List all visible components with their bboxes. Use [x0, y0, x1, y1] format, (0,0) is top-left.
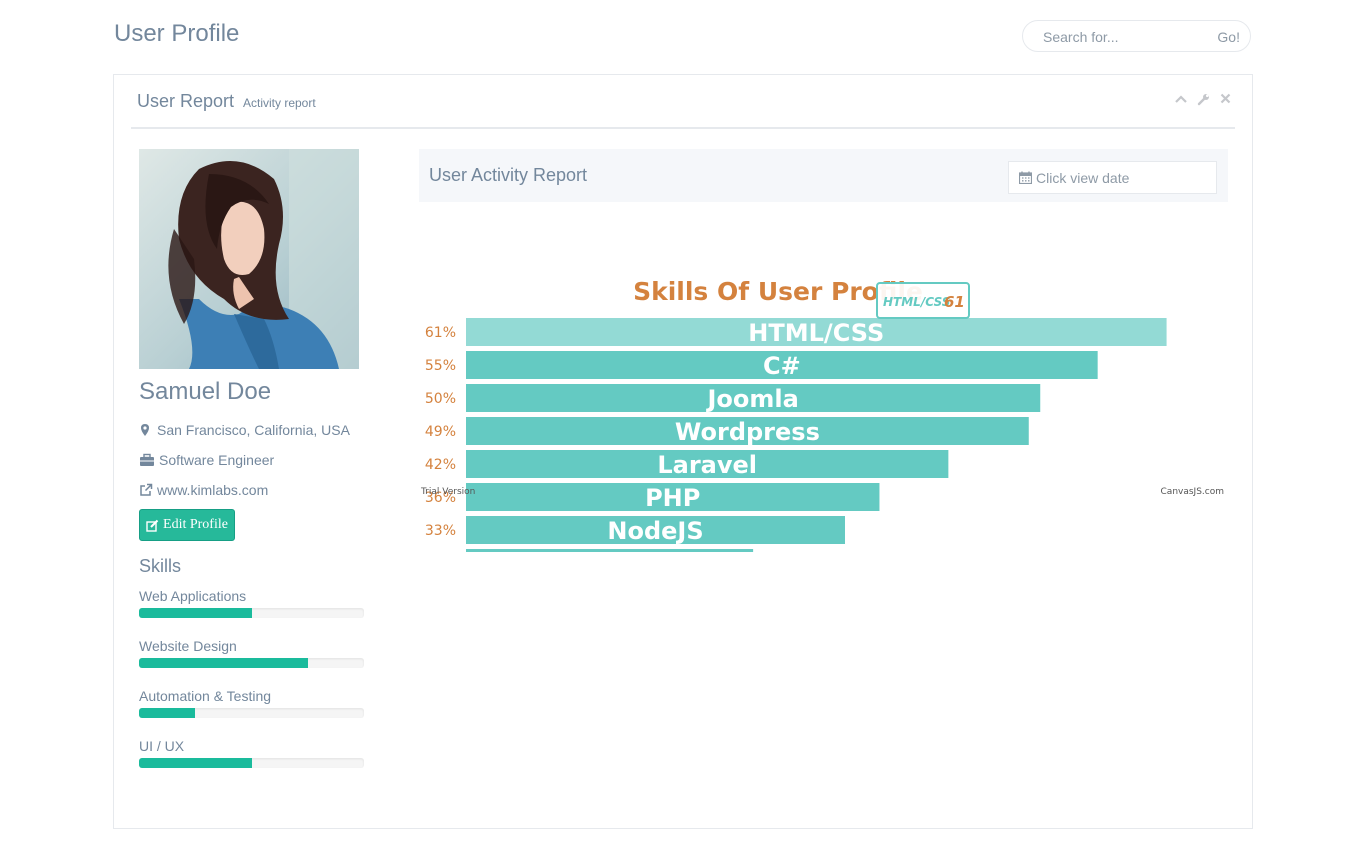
user-name: Samuel Doe [139, 378, 272, 405]
value-label: 42% [425, 457, 456, 473]
bar-label: PHP [645, 484, 700, 512]
skill-item: UI / UX [139, 738, 364, 768]
skills-chart: Skills Of User Profile HTML/CSS 61% C# 55% Jo… [419, 202, 1228, 552]
date-picker[interactable]: Click view date [1008, 161, 1217, 194]
map-marker-icon [141, 424, 149, 436]
bar-label: Joomla [705, 385, 798, 413]
close-icon[interactable] [1218, 93, 1232, 107]
date-picker-placeholder: Click view date [1036, 169, 1130, 186]
bar-label: Wordpress [675, 418, 820, 446]
avatar [139, 149, 359, 369]
panel-divider [131, 127, 1235, 129]
edit-profile-button[interactable]: Edit Profile [139, 509, 235, 541]
skill-item: Website Design [139, 638, 364, 668]
search-input[interactable] [1043, 29, 1193, 45]
chevron-up-icon[interactable] [1174, 93, 1188, 107]
skill-label: Automation & Testing [139, 688, 272, 704]
report-title: User Activity Report [429, 165, 588, 185]
value-label: 55% [425, 358, 456, 374]
edit-icon [146, 519, 159, 532]
skill-progress-track [139, 608, 364, 618]
search-go-button[interactable]: Go! [1217, 29, 1240, 45]
skill-progress-fill [139, 658, 308, 668]
panel-title: User Report [137, 91, 235, 111]
skill-progress-track [139, 758, 364, 768]
skill-progress-fill [139, 758, 252, 768]
skills-heading: Skills [139, 556, 182, 576]
website-row: www.kimlabs.com [139, 482, 268, 498]
chart-trial-label: Trial Version [420, 487, 475, 497]
job-text: Software Engineer [159, 452, 275, 468]
job-row: Software Engineer [139, 452, 274, 468]
skill-item: Web Applications [139, 588, 364, 618]
search-box: Go! [1022, 20, 1251, 52]
value-label: 49% [425, 424, 456, 440]
panel-subtitle: Activity report [243, 96, 316, 110]
user-report-panel: User Report Activity report Samuel Doe S… [113, 74, 1253, 829]
skill-item: Automation & Testing [139, 688, 364, 718]
value-label: 33% [425, 523, 456, 539]
skill-progress-track [139, 708, 364, 718]
bar-label: C# [763, 352, 801, 380]
tooltip-label: HTML/CSS [883, 295, 950, 309]
calendar-icon [1019, 171, 1032, 184]
skill-progress-track [139, 658, 364, 668]
skill-label: Website Design [139, 638, 237, 654]
skills-chart-svg: Skills Of User ProfileHTML/CSS61%C#55%Jo… [420, 277, 1224, 552]
chart-credit-label: CanvasJS.com [1161, 487, 1224, 497]
skill-progress-fill [139, 708, 196, 718]
skill-label: Web Applications [139, 588, 247, 604]
skill-label: UI / UX [139, 738, 185, 754]
wrench-icon[interactable] [1196, 93, 1210, 107]
edit-profile-label: Edit Profile [163, 517, 228, 532]
tooltip-value: 61 [944, 293, 965, 311]
value-label: 50% [425, 391, 456, 407]
website-link[interactable]: www.kimlabs.com [157, 482, 268, 498]
bar-label: Laravel [657, 451, 757, 479]
bar-label: HTML/CSS [748, 319, 884, 347]
briefcase-icon [140, 453, 154, 466]
value-label: 61% [425, 325, 456, 341]
external-link-icon [140, 483, 153, 496]
skill-progress-fill [139, 608, 252, 618]
bar-label: Java [579, 550, 638, 552]
location-row: San Francisco, California, USA [139, 422, 350, 438]
report-header: User Activity Report Click view date [419, 149, 1228, 202]
bar-label: NodeJS [607, 517, 703, 545]
location-text: San Francisco, California, USA [157, 422, 350, 438]
page-title: User Profile [114, 20, 240, 47]
